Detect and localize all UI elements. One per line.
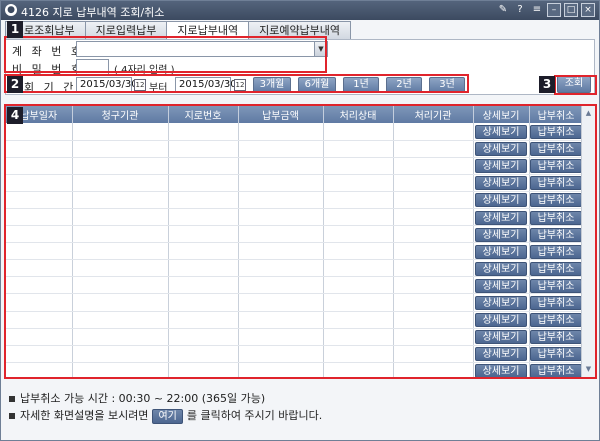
annotation-badge-4: 4 [7, 107, 23, 124]
window-title: 4126 지로 납부내역 조회/취소 [21, 6, 165, 19]
notice-help-text-after: 를 클릭하여 주시기 바랍니다. [186, 409, 323, 422]
minimize-icon[interactable]: – [547, 3, 561, 17]
notice-help-text-before: 자세한 화면설명을 보시려면 [20, 409, 149, 422]
annotation-badge-1: 1 [7, 21, 23, 38]
annotation-badge-2: 2 [7, 76, 23, 93]
help-here-button[interactable]: 여기 [152, 409, 183, 424]
annotation-box-1 [4, 36, 327, 73]
app-logo-icon: ● [5, 4, 17, 16]
pin-icon[interactable]: ✎ [496, 3, 510, 17]
annotation-box-4 [4, 104, 597, 379]
annotation-badge-3: 3 [539, 76, 555, 93]
notice-cancel-time: 납부취소 가능 시간 : 00:30 ~ 22:00 (365일 가능) [9, 390, 265, 406]
close-icon[interactable]: × [581, 3, 595, 17]
maximize-icon[interactable]: □ [564, 3, 578, 17]
annotation-box-3 [554, 75, 597, 95]
title-bar: ● 4126 지로 납부내역 조회/취소 ✎ ? ≡ – □ × [1, 1, 599, 20]
notice-help: 자세한 화면설명을 보시려면 여기 를 클릭하여 주시기 바랍니다. [9, 407, 322, 424]
annotation-box-2 [4, 74, 469, 93]
title-controls: ✎ ? ≡ – □ × [496, 3, 595, 17]
help-icon[interactable]: ? [513, 3, 527, 17]
bullet-square-icon [9, 413, 15, 419]
bullet-square-icon [9, 396, 15, 402]
menu-icon[interactable]: ≡ [530, 3, 544, 17]
main-window: ● 4126 지로 납부내역 조회/취소 ✎ ? ≡ – □ × 로조회납부 지… [0, 0, 600, 441]
notice-cancel-time-text: 납부취소 가능 시간 : 00:30 ~ 22:00 (365일 가능) [20, 392, 266, 405]
